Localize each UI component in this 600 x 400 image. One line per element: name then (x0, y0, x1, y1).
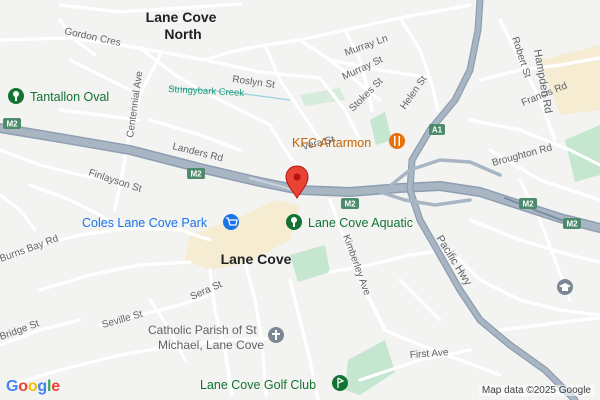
map-canvas[interactable]: Gordon Cres Centennial Ave Roslyn St Mur… (0, 0, 600, 400)
google-logo: Google (6, 378, 60, 396)
poi-school[interactable] (557, 279, 573, 295)
poi-label-line-2: Michael, Lane Cove (158, 338, 264, 352)
shield-m2-right: M2 (519, 198, 537, 209)
svg-text:M2: M2 (190, 170, 202, 179)
svg-text:M2: M2 (344, 200, 356, 209)
poi-label: Lane Cove Golf Club (200, 378, 316, 392)
shield-m2-center: M2 (187, 168, 205, 179)
shield-m2-far-right: M2 (563, 218, 581, 229)
shield-a1: A1 (429, 124, 445, 135)
shield-m2-left: M2 (3, 118, 21, 129)
map-attribution[interactable]: Map data ©2025 Google (478, 385, 594, 396)
poi-label: Lane Cove Aquatic (308, 216, 413, 230)
poi-label: KFC Artarmon (292, 136, 371, 150)
shield-m2-mid: M2 (341, 198, 359, 209)
poi-label: Tantallon Oval (30, 90, 109, 104)
svg-text:A1: A1 (432, 126, 443, 135)
golf-icon (332, 375, 348, 391)
google-logo-text: Google (6, 378, 60, 395)
svg-text:M2: M2 (522, 200, 534, 209)
svg-text:M2: M2 (6, 120, 18, 129)
suburb-label-lane-cove: Lane Cove (221, 251, 292, 267)
svg-text:M2: M2 (566, 220, 578, 229)
poi-label-line-1: Catholic Parish of St (148, 323, 257, 337)
fork-knife-icon (389, 133, 405, 149)
poi-label: Coles Lane Cove Park (82, 216, 208, 230)
